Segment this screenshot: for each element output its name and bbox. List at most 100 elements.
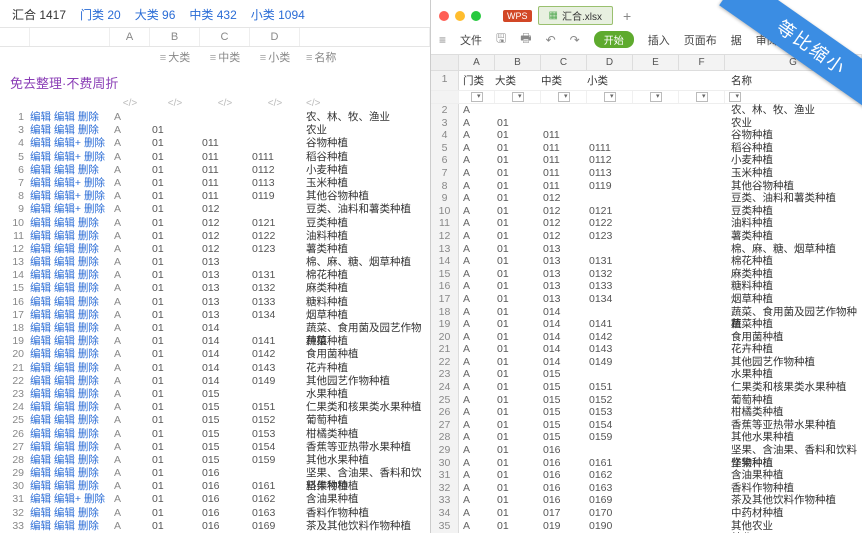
table-row[interactable]: 33A010160169茶及其他饮料作物种植 xyxy=(431,494,862,507)
row-actions[interactable]: 编辑 编辑 删除 xyxy=(30,217,110,230)
col-C[interactable]: C xyxy=(541,55,587,70)
row-actions[interactable]: 编辑 编辑 删除 xyxy=(30,362,110,375)
col-D[interactable]: D xyxy=(587,55,633,70)
menu-insert[interactable]: 插入 xyxy=(648,32,670,48)
minimize-dot-icon[interactable] xyxy=(455,11,465,21)
table-row[interactable]: 5编辑 编辑+ 删除A010110111稻谷种植 xyxy=(0,151,430,164)
row-actions[interactable]: 编辑 编辑 删除 xyxy=(30,256,110,269)
table-row[interactable]: 34A010170170中药材种植 xyxy=(431,507,862,520)
table-row[interactable]: 18A01014蔬菜、食用菌及园艺作物种植 xyxy=(431,306,862,319)
table-row[interactable]: 25A010150152葡萄种植 xyxy=(431,394,862,407)
tab-item[interactable]: 中类 432 xyxy=(189,6,236,23)
table-row[interactable]: 30编辑 编辑 删除A010160161坚果种植 xyxy=(0,480,430,493)
row-actions[interactable]: 编辑 编辑 删除 xyxy=(30,441,110,454)
row-actions[interactable]: 编辑 编辑 删除 xyxy=(30,309,110,322)
row-actions[interactable]: 编辑 编辑 删除 xyxy=(30,507,110,520)
row-actions[interactable]: 编辑 编辑 删除 xyxy=(30,111,110,124)
row-actions[interactable]: 编辑 编辑 删除 xyxy=(30,322,110,335)
print-icon[interactable]: 🖶 xyxy=(520,29,531,50)
table-row[interactable]: 27编辑 编辑 删除A010150154香蕉等亚热带水果种植 xyxy=(0,441,430,454)
table-row[interactable]: 5A010110111稻谷种植 xyxy=(431,142,862,155)
table-row[interactable]: 7编辑 编辑+ 删除A010110113玉米种植 xyxy=(0,177,430,190)
close-dot-icon[interactable] xyxy=(439,11,449,21)
table-row[interactable]: 11编辑 编辑 删除A010120122油料种植 xyxy=(0,230,430,243)
undo-icon[interactable]: ↶ xyxy=(546,33,556,47)
table-row[interactable]: 20A010140142食用菌种植 xyxy=(431,331,862,344)
table-row[interactable]: 23编辑 编辑 删除A01015水果种植 xyxy=(0,388,430,401)
row-actions[interactable]: 编辑 编辑+ 删除 xyxy=(30,493,110,506)
row-actions[interactable]: 编辑 编辑 删除 xyxy=(30,375,110,388)
tab-item[interactable]: 小类 1094 xyxy=(251,6,305,23)
menu-icon[interactable]: ≡ xyxy=(260,52,266,64)
table-row[interactable]: 27A010150154香蕉等亚热带水果种植 xyxy=(431,419,862,432)
row-actions[interactable]: 编辑 编辑 删除 xyxy=(30,454,110,467)
table-row[interactable]: 2A农、林、牧、渔业 xyxy=(431,104,862,117)
save-icon[interactable]: 🖫 xyxy=(496,29,506,50)
table-row[interactable]: 10A010120121豆类种植 xyxy=(431,205,862,218)
row-actions[interactable]: 编辑 编辑+ 删除 xyxy=(30,137,110,150)
menu-start[interactable]: 开始 xyxy=(594,31,634,48)
menu-icon[interactable]: ≡ xyxy=(160,52,166,64)
table-row[interactable]: 13编辑 编辑 删除A01013棉、麻、糖、烟草种植 xyxy=(0,256,430,269)
table-row[interactable]: 28A010150159其他水果种植 xyxy=(431,431,862,444)
app-menu-icon[interactable]: ≡ xyxy=(439,33,446,47)
table-row[interactable]: 29A01016坚果、含油果、香料和饮料作物种植 xyxy=(431,444,862,457)
table-row[interactable]: 31编辑 编辑+ 删除A010160162含油果种植 xyxy=(0,493,430,506)
table-row[interactable]: 19编辑 编辑 删除A010140141蔬菜种植 xyxy=(0,335,430,348)
table-row[interactable]: 1编辑 编辑 删除A农、林、牧、渔业 xyxy=(0,111,430,124)
table-row[interactable]: 22A010140149其他园艺作物种植 xyxy=(431,356,862,369)
table-row[interactable]: 13A01013棉、麻、糖、烟草种植 xyxy=(431,243,862,256)
filter-icon[interactable] xyxy=(696,92,708,102)
row-actions[interactable]: 编辑 编辑 删除 xyxy=(30,428,110,441)
row-actions[interactable]: 编辑 编辑 删除 xyxy=(30,282,110,295)
table-row[interactable]: 32A010160163香料作物种植 xyxy=(431,482,862,495)
table-row[interactable]: 12编辑 编辑 删除A010120123薯类种植 xyxy=(0,243,430,256)
table-row[interactable]: 28编辑 编辑 删除A010150159其他水果种植 xyxy=(0,454,430,467)
row-actions[interactable]: 编辑 编辑 删除 xyxy=(30,520,110,533)
table-row[interactable]: 25编辑 编辑 删除A010150152葡萄种植 xyxy=(0,414,430,427)
table-row[interactable]: 21编辑 编辑 删除A010140143花卉种植 xyxy=(0,362,430,375)
table-row[interactable]: 6编辑 编辑 删除A010110112小麦种植 xyxy=(0,164,430,177)
table-row[interactable]: 12A010120123薯类种植 xyxy=(431,230,862,243)
col-E[interactable]: E xyxy=(633,55,679,70)
table-row[interactable]: 35A010190190其他农业 xyxy=(431,520,862,533)
table-row[interactable]: 23A01015水果种植 xyxy=(431,368,862,381)
row-actions[interactable]: 编辑 编辑 删除 xyxy=(30,480,110,493)
menu-file[interactable]: 文件 xyxy=(460,32,482,48)
table-row[interactable]: 14A010130131棉花种植 xyxy=(431,255,862,268)
table-row[interactable]: 21A010140143花卉种植 xyxy=(431,343,862,356)
filter-icon[interactable] xyxy=(471,92,483,102)
row-actions[interactable]: 编辑 编辑+ 删除 xyxy=(30,177,110,190)
table-row[interactable]: 11A010120122油料种植 xyxy=(431,217,862,230)
table-row[interactable]: 10编辑 编辑 删除A010120121豆类种植 xyxy=(0,217,430,230)
tab-item[interactable]: 门类 20 xyxy=(80,6,121,23)
row-actions[interactable]: 编辑 编辑 删除 xyxy=(30,164,110,177)
row-actions[interactable]: 编辑 编辑 删除 xyxy=(30,414,110,427)
table-row[interactable]: 8编辑 编辑+ 删除A010110119其他谷物种植 xyxy=(0,190,430,203)
row-actions[interactable]: 编辑 编辑 删除 xyxy=(30,230,110,243)
row-actions[interactable]: 编辑 编辑+ 删除 xyxy=(30,190,110,203)
redo-icon[interactable]: ↷ xyxy=(570,33,580,47)
col-A[interactable]: A xyxy=(459,55,495,70)
table-row[interactable]: 32编辑 编辑 删除A010160163香料作物种植 xyxy=(0,507,430,520)
row-actions[interactable]: 编辑 编辑 删除 xyxy=(30,388,110,401)
table-row[interactable]: 3A01农业 xyxy=(431,117,862,130)
table-row[interactable]: 20编辑 编辑 删除A010140142食用菌种植 xyxy=(0,348,430,361)
menu-data[interactable]: 据 xyxy=(731,32,742,48)
row-actions[interactable]: 编辑 编辑 删除 xyxy=(30,401,110,414)
table-row[interactable]: 16编辑 编辑 删除A010130133糖料种植 xyxy=(0,296,430,309)
table-row[interactable]: 30A010160161坚果种植 xyxy=(431,457,862,470)
filter-icon[interactable] xyxy=(729,92,741,102)
table-row[interactable]: 9A01012豆类、油料和薯类种植 xyxy=(431,192,862,205)
row-actions[interactable]: 编辑 编辑 删除 xyxy=(30,296,110,309)
right-grid[interactable]: 2A农、林、牧、渔业3A01农业4A01011谷物种植5A010110111稻谷… xyxy=(431,104,862,533)
table-row[interactable]: 24编辑 编辑 删除A010150151仁果类和核果类水果种植 xyxy=(0,401,430,414)
menu-icon[interactable]: ≡ xyxy=(210,52,216,64)
col-B[interactable]: B xyxy=(495,55,541,70)
table-row[interactable]: 19A010140141蔬菜种植 xyxy=(431,318,862,331)
menu-icon[interactable]: ≡ xyxy=(306,52,312,64)
table-row[interactable]: 24A010150151仁果类和核果类水果种植 xyxy=(431,381,862,394)
table-row[interactable]: 17A010130134烟草种植 xyxy=(431,293,862,306)
tab-item[interactable]: 大类 96 xyxy=(135,6,176,23)
row-actions[interactable]: 编辑 编辑 删除 xyxy=(30,335,110,348)
